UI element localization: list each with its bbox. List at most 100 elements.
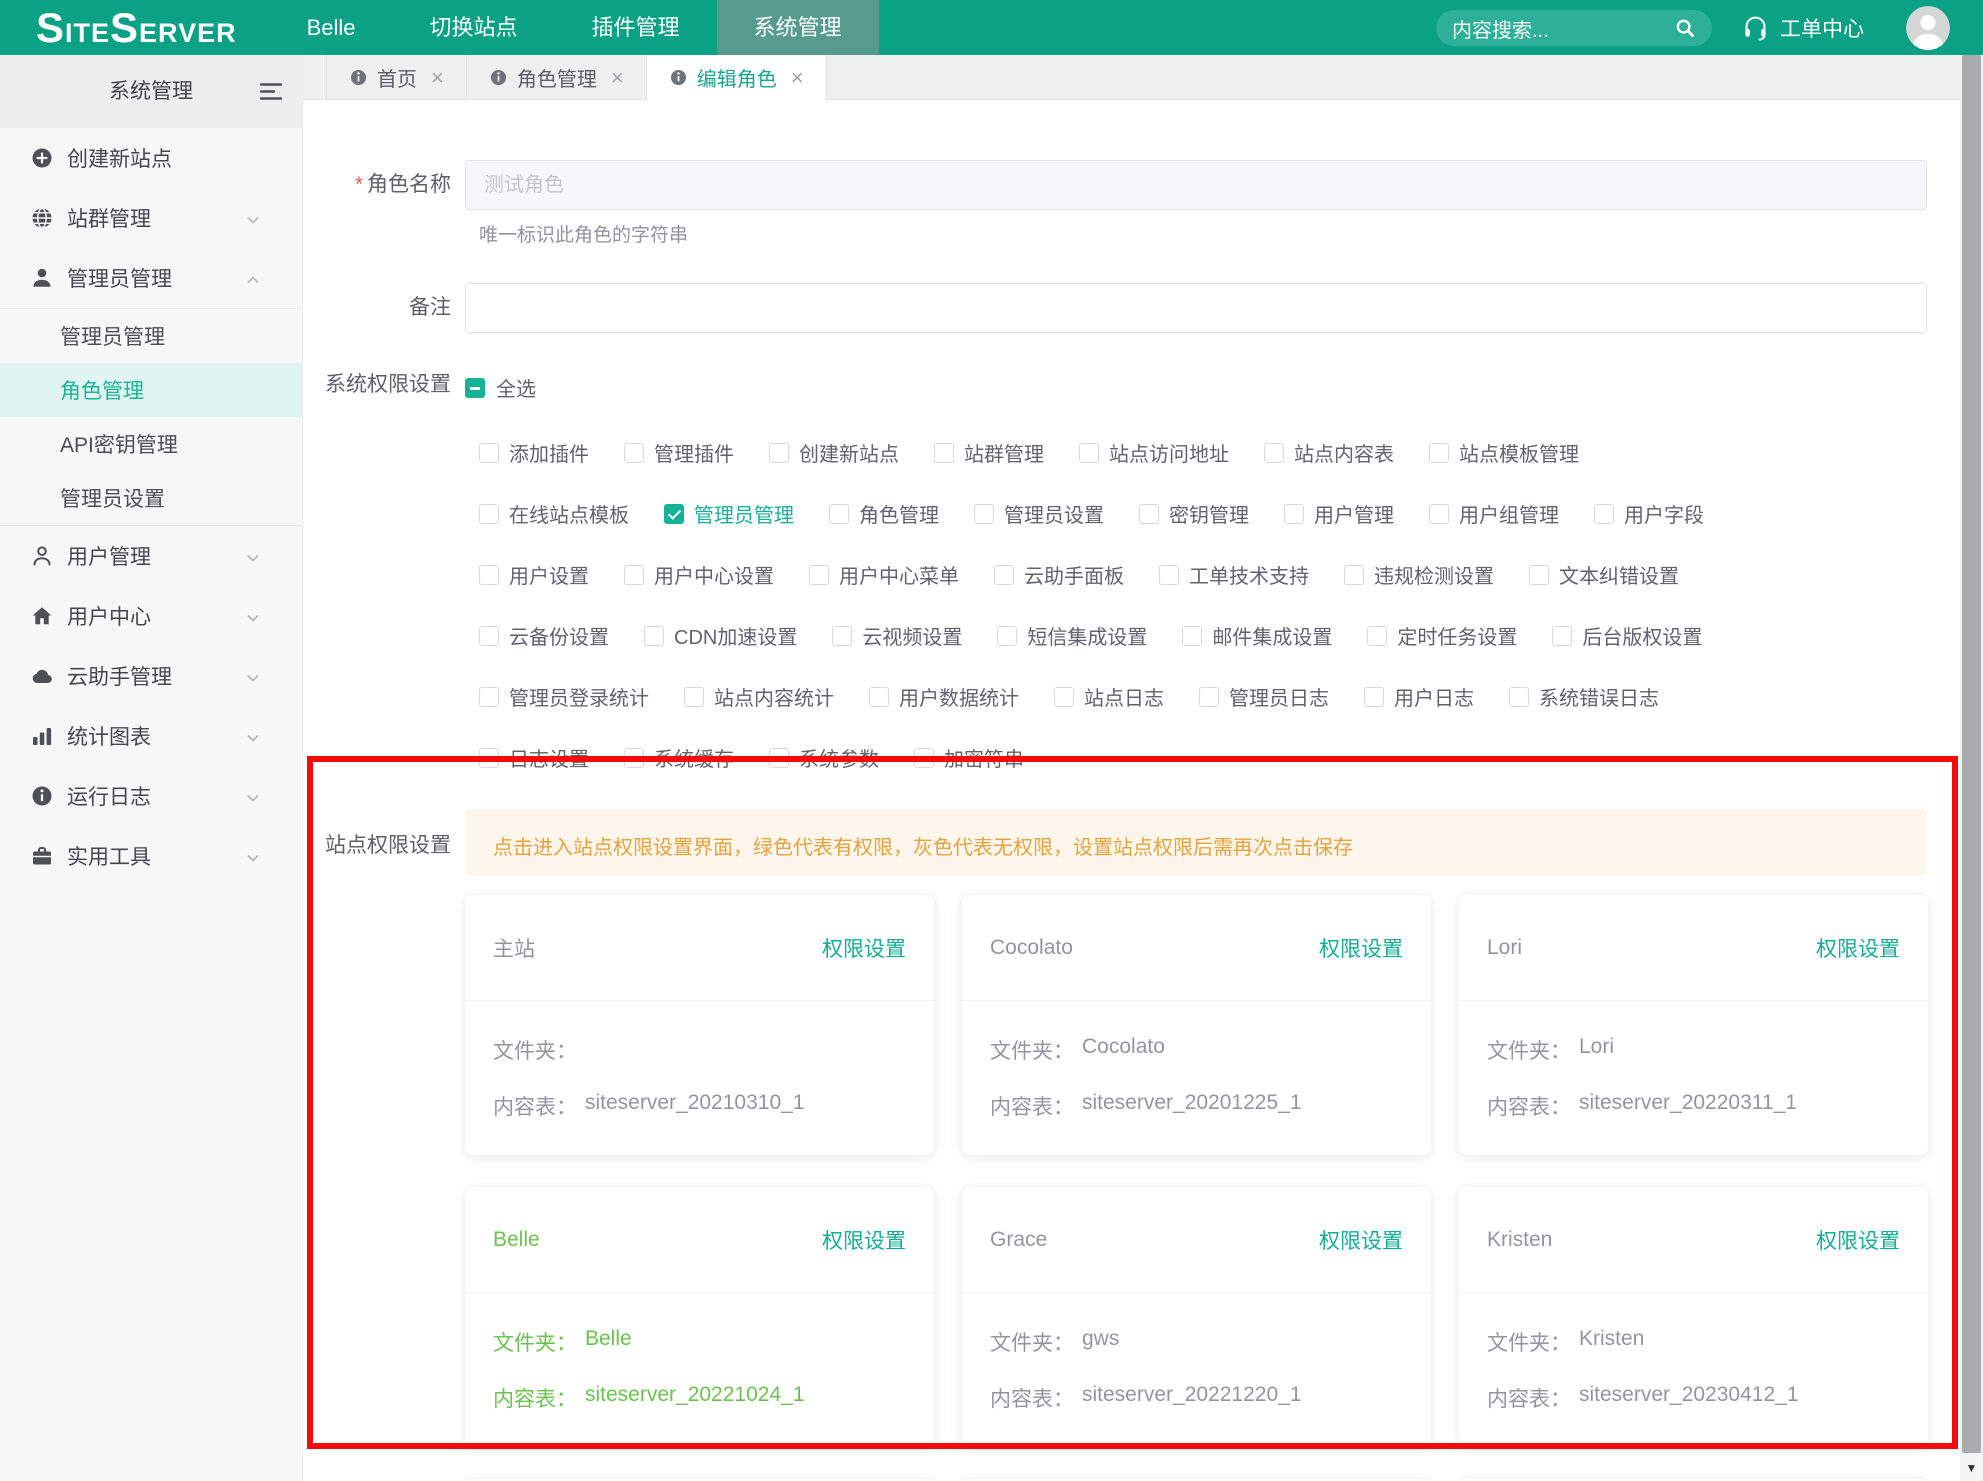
- permission-checkbox[interactable]: 用户数据统计: [869, 682, 1019, 711]
- ticket-center-button[interactable]: 工单中心: [1742, 0, 1864, 55]
- nav-item-system-management[interactable]: 系统管理: [717, 0, 879, 55]
- permission-checkbox[interactable]: 站点日志: [1054, 682, 1164, 711]
- permission-checkbox[interactable]: 管理员登录统计: [479, 682, 649, 711]
- tab-role-management[interactable]: 角色管理 ×: [467, 55, 647, 100]
- permission-checkbox[interactable]: 站群管理: [934, 438, 1044, 467]
- vertical-scrollbar[interactable]: ▼: [1960, 55, 1983, 1481]
- scroll-down-button[interactable]: ▼: [1960, 1455, 1983, 1481]
- permission-checkbox[interactable]: 创建新站点: [769, 438, 899, 467]
- tab-home[interactable]: 首页 ×: [326, 55, 467, 100]
- sidebar-subitem-role-management[interactable]: 角色管理: [0, 363, 302, 417]
- permission-settings-link[interactable]: 权限设置: [1816, 933, 1900, 963]
- nav-item-plugin-management[interactable]: 插件管理: [555, 0, 717, 55]
- permission-checkbox[interactable]: 用户中心菜单: [809, 560, 959, 589]
- tab-edit-role[interactable]: 编辑角色 ×: [647, 55, 827, 100]
- scrollbar-thumb[interactable]: [1962, 55, 1981, 1453]
- site-card-lori[interactable]: Lori权限设置 文件夹：Lori 内容表：siteserver_2022031…: [1459, 895, 1928, 1155]
- permission-checkbox[interactable]: 站点内容统计: [684, 682, 834, 711]
- search-icon[interactable]: [1674, 17, 1696, 39]
- content-search-input[interactable]: 内容搜索...: [1436, 10, 1712, 46]
- indeterminate-checkbox-icon[interactable]: [465, 378, 485, 398]
- permission-checkbox[interactable]: 系统错误日志: [1509, 682, 1659, 711]
- permission-checkbox[interactable]: 用户组管理: [1429, 499, 1559, 528]
- permission-checkbox[interactable]: CDN加速设置: [644, 621, 797, 650]
- permission-checkbox[interactable]: 违规检测设置: [1344, 560, 1494, 589]
- toolbox-icon: [30, 844, 54, 868]
- permission-checkbox[interactable]: 云备份设置: [479, 621, 609, 650]
- permission-checkbox[interactable]: 管理插件: [624, 438, 734, 467]
- permission-checkbox[interactable]: 管理员日志: [1199, 682, 1329, 711]
- permission-checkbox[interactable]: 用户管理: [1284, 499, 1394, 528]
- permission-checkbox[interactable]: 系统参数: [769, 743, 879, 772]
- permission-checkbox[interactable]: 后台版权设置: [1552, 621, 1702, 650]
- sidebar-item-run-logs[interactable]: 运行日志: [0, 766, 302, 826]
- nav-item-switch-site[interactable]: 切换站点: [393, 0, 555, 55]
- sidebar-item-site-group[interactable]: 站群管理: [0, 188, 302, 248]
- sidebar-header: 系统管理: [0, 55, 302, 128]
- permission-checkbox[interactable]: 工单技术支持: [1159, 560, 1309, 589]
- search-placeholder: 内容搜索...: [1452, 14, 1674, 43]
- sidebar-item-user-management[interactable]: 用户管理: [0, 526, 302, 586]
- note-input[interactable]: [465, 283, 1927, 333]
- permission-settings-link[interactable]: 权限设置: [1319, 1225, 1403, 1255]
- permission-checkbox[interactable]: 密钥管理: [1139, 499, 1249, 528]
- permission-checkbox-checked[interactable]: 管理员管理: [664, 499, 794, 528]
- close-icon[interactable]: ×: [611, 68, 624, 88]
- permission-checkbox[interactable]: 角色管理: [829, 499, 939, 528]
- permission-settings-link[interactable]: 权限设置: [1319, 933, 1403, 963]
- sidebar-item-statistics[interactable]: 统计图表: [0, 706, 302, 766]
- sidebar-item-user-center[interactable]: 用户中心: [0, 586, 302, 646]
- user-avatar[interactable]: [1906, 6, 1950, 50]
- chevron-down-icon: [245, 548, 261, 572]
- plus-circle-icon: [30, 146, 54, 170]
- sidebar-subitem-api-key[interactable]: API密钥管理: [0, 417, 302, 471]
- site-card-grace[interactable]: Grace权限设置 文件夹：gws 内容表：siteserver_2022122…: [962, 1187, 1431, 1447]
- permission-checkbox[interactable]: 文本纠错设置: [1529, 560, 1679, 589]
- permission-checkbox[interactable]: 站点访问地址: [1079, 438, 1229, 467]
- site-card-cocolato[interactable]: Cocolato权限设置 文件夹：Cocolato 内容表：siteserver…: [962, 895, 1431, 1155]
- site-card-kristen[interactable]: Kristen权限设置 文件夹：Kristen 内容表：siteserver_2…: [1459, 1187, 1928, 1447]
- site-card-main[interactable]: 主站权限设置 文件夹： 内容表：siteserver_20210310_1: [465, 895, 934, 1155]
- permission-row: 用户设置 用户中心设置 用户中心菜单 云助手面板 工单技术支持 违规检测设置 文…: [479, 560, 1960, 589]
- permission-checkbox[interactable]: 用户日志: [1364, 682, 1474, 711]
- permission-checkbox[interactable]: 加密符串: [914, 743, 1024, 772]
- permission-checkbox[interactable]: 站点模板管理: [1429, 438, 1579, 467]
- permission-settings-link[interactable]: 权限设置: [1816, 1225, 1900, 1255]
- permission-checkbox[interactable]: 邮件集成设置: [1182, 621, 1332, 650]
- permission-checkbox[interactable]: 系统缓存: [624, 743, 734, 772]
- permission-checkbox[interactable]: 云视频设置: [832, 621, 962, 650]
- select-all-checkbox[interactable]: 全选: [465, 373, 536, 402]
- permission-row: 添加插件 管理插件 创建新站点 站群管理 站点访问地址 站点内容表 站点模板管理: [479, 438, 1960, 467]
- role-name-input[interactable]: [465, 160, 1927, 210]
- sidebar-item-utilities[interactable]: 实用工具: [0, 826, 302, 886]
- close-icon[interactable]: ×: [431, 68, 444, 88]
- sidebar-item-label: 云助手管理: [67, 661, 172, 691]
- tab-label: 编辑角色: [697, 63, 777, 92]
- role-name-label: *角色名称: [303, 160, 465, 210]
- nav-item-belle[interactable]: Belle: [270, 0, 393, 55]
- sidebar-item-admin-management[interactable]: 管理员管理: [0, 248, 302, 308]
- sidebar-item-label: 运行日志: [67, 781, 151, 811]
- permission-checkbox[interactable]: 添加插件: [479, 438, 589, 467]
- permission-checkbox[interactable]: 在线站点模板: [479, 499, 629, 528]
- site-card-belle-granted[interactable]: Belle权限设置 文件夹：Belle 内容表：siteserver_20221…: [465, 1187, 934, 1447]
- permission-checkbox[interactable]: 站点内容表: [1264, 438, 1394, 467]
- permission-checkbox[interactable]: 日志设置: [479, 743, 589, 772]
- permission-checkbox[interactable]: 用户中心设置: [624, 560, 774, 589]
- collapse-menu-icon[interactable]: [260, 82, 282, 106]
- permission-checkbox[interactable]: 管理员设置: [974, 499, 1104, 528]
- permission-checkbox[interactable]: 用户字段: [1594, 499, 1704, 528]
- permission-checkbox[interactable]: 定时任务设置: [1367, 621, 1517, 650]
- close-icon[interactable]: ×: [791, 68, 804, 88]
- permission-checkbox[interactable]: 云助手面板: [994, 560, 1124, 589]
- sidebar-subitem-admin-management[interactable]: 管理员管理: [0, 309, 302, 363]
- chevron-down-icon: [245, 608, 261, 632]
- permission-checkbox[interactable]: 用户设置: [479, 560, 589, 589]
- permission-checkbox[interactable]: 短信集成设置: [997, 621, 1147, 650]
- permission-row: 云备份设置 CDN加速设置 云视频设置 短信集成设置 邮件集成设置 定时任务设置…: [479, 621, 1960, 650]
- sidebar-item-cloud-assistant[interactable]: 云助手管理: [0, 646, 302, 706]
- sidebar-item-create-site[interactable]: 创建新站点: [0, 128, 302, 188]
- permission-settings-link[interactable]: 权限设置: [822, 933, 906, 963]
- sidebar-subitem-admin-settings[interactable]: 管理员设置: [0, 471, 302, 525]
- permission-settings-link[interactable]: 权限设置: [822, 1225, 906, 1255]
